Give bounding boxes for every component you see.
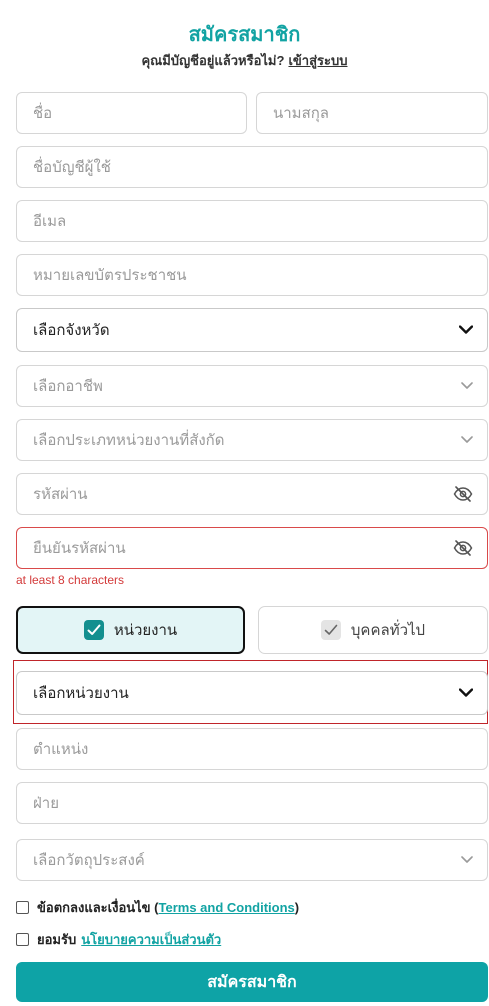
org-type-select[interactable]: เลือกประเภทหน่วยงานที่สังกัด (16, 419, 488, 461)
department-input[interactable]: ฝ่าย (16, 782, 488, 824)
privacy-row: ยอมรับ นโยบายความเป็นส่วนตัว (16, 929, 221, 950)
province-select[interactable]: เลือกจังหวัด (16, 308, 488, 352)
password-placeholder: รหัสผ่าน (33, 486, 88, 503)
login-question: คุณมีบัญชีอยู่แล้วหรือไม่? (141, 53, 285, 68)
register-submit-button[interactable]: สมัครสมาชิก (16, 962, 488, 1002)
email-placeholder: อีเมล (33, 213, 67, 230)
first-name-input[interactable]: ชื่อ (16, 92, 247, 134)
position-placeholder: ตำแหน่ง (33, 741, 89, 758)
position-input[interactable]: ตำแหน่ง (16, 728, 488, 770)
privacy-checkbox[interactable] (16, 933, 29, 946)
occupation-placeholder: เลือกอาชีพ (33, 378, 103, 395)
department-placeholder: ฝ่าย (33, 795, 60, 812)
last-name-input[interactable]: นามสกุล (256, 92, 488, 134)
member-type-agency-toggle[interactable]: หน่วยงาน (16, 606, 245, 654)
chevron-down-icon (461, 382, 473, 390)
chevron-down-icon (459, 688, 473, 698)
confirm-password-placeholder: ยืนยันรหัสผ่าน (33, 540, 126, 557)
login-link[interactable]: เข้าสู่ระบบ (288, 53, 347, 68)
chevron-down-icon (459, 325, 473, 335)
id-card-input[interactable]: หมายเลขบัตรประชาชน (16, 254, 488, 296)
confirm-password-error: at least 8 characters (16, 573, 125, 587)
register-page: สมัครสมาชิก คุณมีบัญชีอยู่แล้วหรือไม่? เข… (0, 0, 489, 1006)
privacy-link[interactable]: นโยบายความเป็นส่วนตัว (81, 929, 221, 950)
terms-suffix: ) (294, 900, 300, 915)
occupation-select[interactable]: เลือกอาชีพ (16, 365, 488, 407)
confirm-password-input[interactable]: ยืนยันรหัสผ่าน (16, 527, 488, 569)
privacy-prefix: ยอมรับ (37, 932, 77, 947)
password-input[interactable]: รหัสผ่าน (16, 473, 488, 515)
chevron-down-icon (461, 436, 473, 444)
eye-off-icon[interactable] (453, 540, 473, 556)
agency-selected-value: เลือกหน่วยงาน (33, 685, 129, 702)
terms-checkbox[interactable] (16, 901, 29, 914)
page-title: สมัครสมาชิก (188, 24, 301, 46)
purpose-select[interactable]: เลือกวัตถุประสงค์ (16, 839, 488, 881)
org-type-placeholder: เลือกประเภทหน่วยงานที่สังกัด (33, 432, 225, 449)
first-name-placeholder: ชื่อ (33, 105, 53, 122)
login-prompt: คุณมีบัญชีอยู่แล้วหรือไม่? เข้าสู่ระบบ (0, 50, 489, 71)
individual-toggle-label: บุคคลทั่วไป (350, 622, 426, 639)
province-selected-value: เลือกจังหวัด (33, 322, 110, 339)
terms-row: ข้อตกลงและเงื่อนไข (Terms and Conditions… (16, 897, 299, 918)
check-icon (83, 620, 104, 640)
terms-prefix: ข้อตกลงและเงื่อนไข ( (37, 900, 159, 915)
purpose-placeholder: เลือกวัตถุประสงค์ (33, 852, 145, 869)
agency-toggle-label: หน่วยงาน (113, 622, 178, 639)
username-placeholder: ชื่อบัญชีผู้ใช้ (33, 159, 111, 176)
check-icon (320, 620, 341, 640)
username-input[interactable]: ชื่อบัญชีผู้ใช้ (16, 146, 488, 188)
eye-off-icon[interactable] (453, 486, 473, 502)
member-type-individual-toggle[interactable]: บุคคลทั่วไป (258, 606, 488, 654)
terms-link[interactable]: Terms and Conditions (159, 900, 295, 915)
email-input[interactable]: อีเมล (16, 200, 488, 242)
last-name-placeholder: นามสกุล (273, 105, 329, 122)
id-card-placeholder: หมายเลขบัตรประชาชน (33, 267, 187, 284)
chevron-down-icon (461, 856, 473, 864)
agency-select[interactable]: เลือกหน่วยงาน (16, 671, 488, 715)
